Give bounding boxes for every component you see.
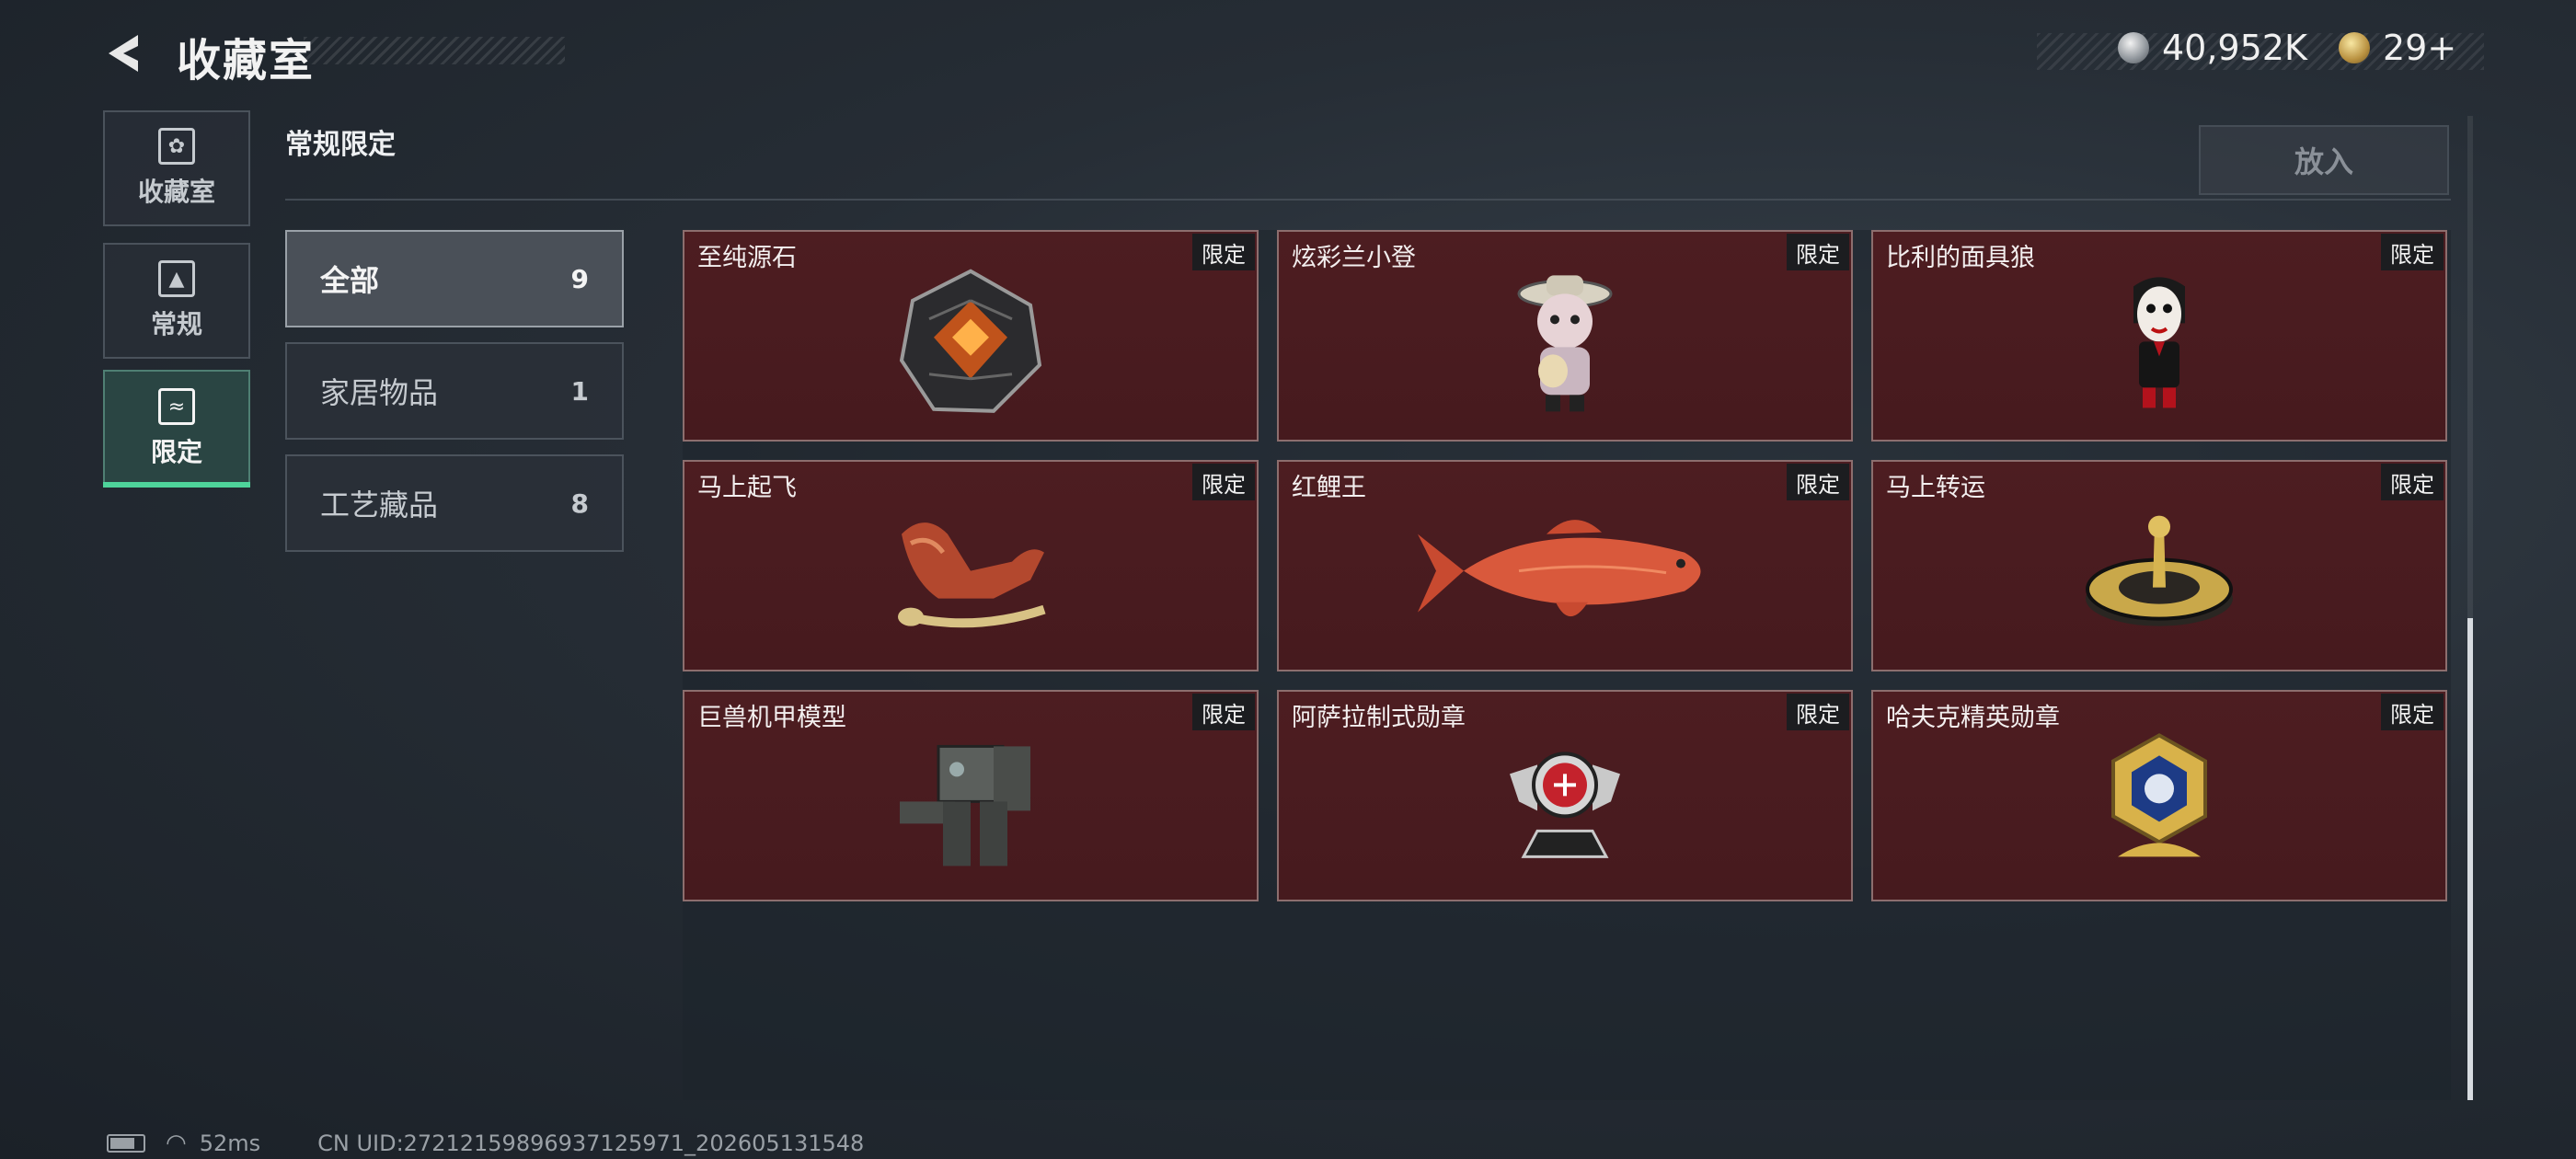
currency-gold[interactable]: 29+ <box>2339 28 2456 68</box>
currency-value: 29+ <box>2383 28 2457 68</box>
nav-regular[interactable]: ▲ 常规 <box>103 243 250 359</box>
category-all[interactable]: 全部 9 <box>285 230 624 327</box>
item-grid: 至纯源石 限定 炫彩兰小登 限定 比利的面具狼 限定 马上起飞 限定 红鲤王 限… <box>683 230 2451 1100</box>
mech-icon <box>900 744 1030 866</box>
limited-badge: 限定 <box>1192 464 1255 500</box>
category-label: 家居物品 <box>320 375 439 410</box>
item-card[interactable]: 马上起飞 限定 <box>683 460 1259 671</box>
category-count: 1 <box>570 375 589 407</box>
nav-collection-room[interactable]: ✿ 收藏室 <box>103 110 250 226</box>
limited-badge: 限定 <box>2381 234 2444 270</box>
page-title: 收藏室 <box>177 35 316 86</box>
item-name: 红鲤王 <box>1292 474 1366 502</box>
red-medal-icon <box>1510 752 1620 858</box>
uid-text: CN UID:27212159896937125971_202605131548 <box>317 1130 865 1156</box>
section-title: 常规限定 <box>285 129 396 161</box>
regular-icon: ▲ <box>158 260 195 297</box>
category-home-items[interactable]: 家居物品 1 <box>285 342 624 440</box>
limited-badge: 限定 <box>1192 694 1255 730</box>
collection-room-icon: ✿ <box>158 128 195 165</box>
battery-icon <box>107 1134 145 1153</box>
category-label: 工艺藏品 <box>320 488 439 522</box>
back-button[interactable] <box>101 26 156 81</box>
item-name: 比利的面具狼 <box>1886 244 2035 272</box>
wifi-icon: ◠ <box>166 1130 187 1157</box>
nav-limited[interactable]: ≈ 限定 <box>103 370 250 488</box>
nav-selected-indicator <box>103 482 250 488</box>
gold-token-icon <box>2339 32 2370 63</box>
limited-badge: 限定 <box>1787 694 1849 730</box>
currency-value: 40,952K <box>2162 28 2307 68</box>
place-button[interactable]: 放入 <box>2199 125 2449 195</box>
fortune-dial-icon <box>2086 515 2233 626</box>
category-craft-collectibles[interactable]: 工艺藏品 8 <box>285 454 624 552</box>
item-name: 炫彩兰小登 <box>1292 244 1416 272</box>
limited-badge: 限定 <box>1192 234 1255 270</box>
category-count: 9 <box>570 263 589 294</box>
limited-badge: 限定 <box>1787 464 1849 500</box>
item-card[interactable]: 炫彩兰小登 限定 <box>1277 230 1853 442</box>
item-name: 巨兽机甲模型 <box>697 704 846 732</box>
currency-silver: 40,952K <box>2118 28 2307 68</box>
item-name: 马上转运 <box>1886 474 1985 502</box>
scrollbar-thumb[interactable] <box>2467 618 2473 1100</box>
item-card[interactable]: 阿萨拉制式勋章 限定 <box>1277 690 1853 901</box>
gem-icon <box>899 269 1042 413</box>
item-card[interactable]: 至纯源石 限定 <box>683 230 1259 442</box>
title-decoration <box>304 37 565 64</box>
horse-icon <box>898 522 1046 628</box>
item-name: 至纯源石 <box>697 244 797 272</box>
item-card[interactable]: 哈夫克精英勋章 限定 <box>1871 690 2447 901</box>
ping-text: 52ms <box>199 1130 261 1156</box>
fish-icon <box>1418 520 1701 617</box>
gold-medal-icon <box>2111 733 2207 857</box>
silver-coin-icon <box>2118 32 2149 63</box>
puppet-icon <box>2133 277 2185 408</box>
figure-icon <box>1517 275 1613 412</box>
limited-badge: 限定 <box>2381 694 2444 730</box>
item-name: 阿萨拉制式勋章 <box>1292 704 1466 732</box>
item-name: 马上起飞 <box>697 474 797 502</box>
limited-icon: ≈ <box>158 388 195 425</box>
nav-label: 限定 <box>150 437 202 467</box>
limited-badge: 限定 <box>1787 234 1849 270</box>
item-card[interactable]: 马上转运 限定 <box>1871 460 2447 671</box>
category-count: 8 <box>570 488 589 519</box>
back-arrow-icon <box>109 35 138 72</box>
item-card[interactable]: 巨兽机甲模型 限定 <box>683 690 1259 901</box>
item-card[interactable]: 红鲤王 限定 <box>1277 460 1853 671</box>
nav-label: 收藏室 <box>137 177 215 207</box>
divider <box>285 199 2451 201</box>
limited-badge: 限定 <box>2381 464 2444 500</box>
nav-label: 常规 <box>150 309 202 339</box>
item-card[interactable]: 比利的面具狼 限定 <box>1871 230 2447 442</box>
category-label: 全部 <box>320 263 380 298</box>
status-bar: ◠ 52ms CN UID:27212159896937125971_20260… <box>107 1130 864 1157</box>
item-name: 哈夫克精英勋章 <box>1886 704 2060 732</box>
